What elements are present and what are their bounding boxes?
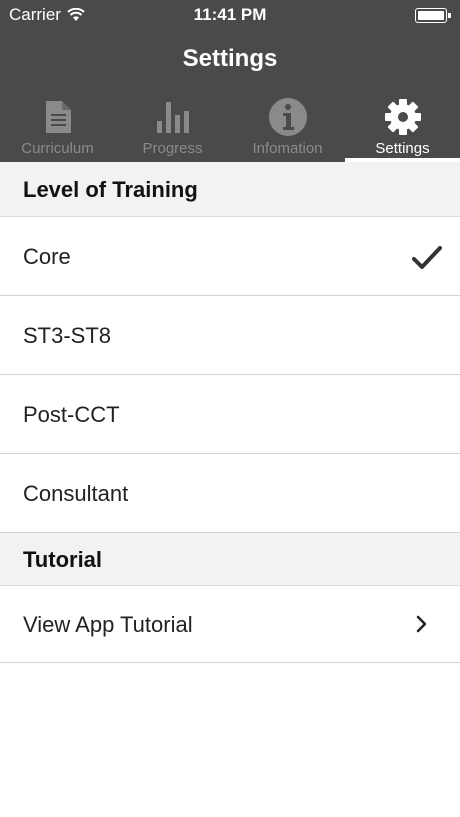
document-icon xyxy=(45,101,71,133)
tab-label: Infomation xyxy=(252,140,323,157)
option-label: ST3-ST8 xyxy=(23,323,112,348)
info-icon xyxy=(268,98,307,136)
bar-chart-icon xyxy=(156,102,189,133)
section-title: Tutorial xyxy=(23,547,103,572)
row-label: View App Tutorial xyxy=(23,612,193,637)
gear-icon xyxy=(384,99,421,135)
section-title: Level of Training xyxy=(23,177,198,202)
page-title: Settings xyxy=(182,45,278,72)
tab-bar: Curriculum Progress Infomation Settings xyxy=(0,92,460,162)
battery-icon xyxy=(415,8,451,23)
section-header-level-of-training: Level of Training xyxy=(0,162,460,217)
status-bar: Carrier 11:41 PM xyxy=(0,0,460,30)
option-label: Consultant xyxy=(23,481,129,506)
checkmark-icon xyxy=(412,246,442,269)
tab-label: Progress xyxy=(142,140,203,157)
status-time: 11:41 PM xyxy=(193,5,267,24)
tab-information[interactable]: Infomation xyxy=(230,92,345,162)
option-row-core[interactable]: Core xyxy=(0,217,460,296)
option-row-consultant[interactable]: Consultant xyxy=(0,454,460,533)
chevron-right-icon xyxy=(416,615,427,633)
section-header-tutorial: Tutorial xyxy=(0,533,460,586)
option-label: Post-CCT xyxy=(23,402,120,427)
view-tutorial-row[interactable]: View App Tutorial xyxy=(0,586,460,663)
app-header: Carrier 11:41 PM Settings Curriculum Pro… xyxy=(0,0,460,162)
tab-progress[interactable]: Progress xyxy=(115,92,230,162)
tab-curriculum[interactable]: Curriculum xyxy=(0,92,115,162)
option-row-post-cct[interactable]: Post-CCT xyxy=(0,375,460,454)
tab-settings[interactable]: Settings xyxy=(345,92,460,162)
tab-label: Curriculum xyxy=(21,140,94,157)
option-label: Core xyxy=(23,244,71,269)
option-row-st3-st8[interactable]: ST3-ST8 xyxy=(0,296,460,375)
tab-label: Settings xyxy=(375,140,430,157)
